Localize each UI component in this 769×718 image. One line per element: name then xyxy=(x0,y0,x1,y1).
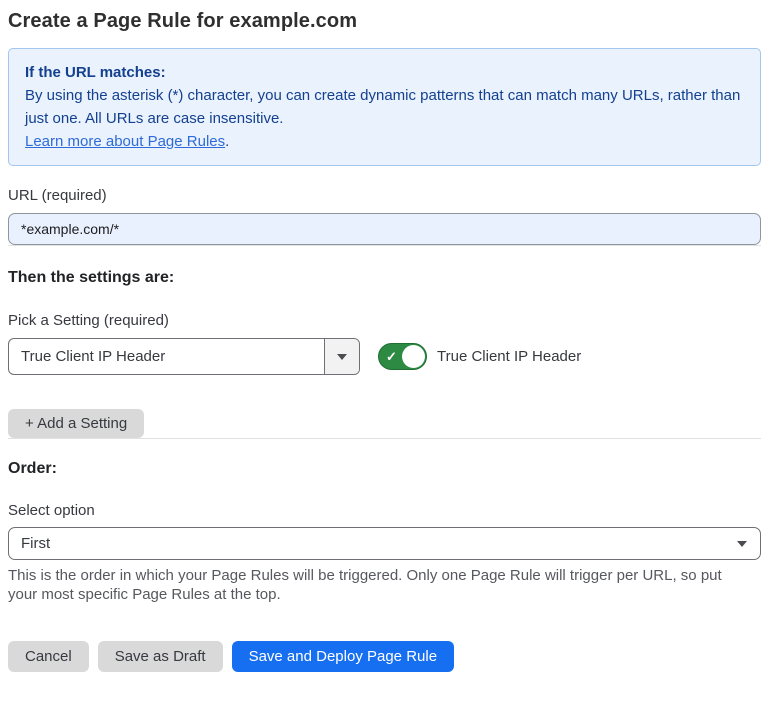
order-select-value: First xyxy=(21,535,50,552)
banner-link-suffix: . xyxy=(225,133,229,150)
setting-select-caret-button[interactable] xyxy=(324,339,359,374)
chevron-down-icon xyxy=(737,541,747,547)
order-select[interactable]: First xyxy=(8,527,761,560)
settings-section-heading: Then the settings are: xyxy=(8,269,761,287)
setting-select-value: True Client IP Header xyxy=(9,339,324,374)
true-client-ip-toggle[interactable]: ✓ xyxy=(378,343,427,370)
save-as-draft-button[interactable]: Save as Draft xyxy=(98,641,223,672)
order-select-label: Select option xyxy=(8,502,761,519)
form-actions: Cancel Save as Draft Save and Deploy Pag… xyxy=(8,641,761,672)
banner-link-line: Learn more about Page Rules. xyxy=(25,130,744,153)
chevron-down-icon xyxy=(337,354,347,360)
order-section-heading: Order: xyxy=(8,460,761,478)
divider xyxy=(8,438,761,439)
page-rule-form: Create a Page Rule for example.com If th… xyxy=(0,10,769,672)
check-icon: ✓ xyxy=(386,350,397,363)
setting-picker-label: Pick a Setting (required) xyxy=(8,312,761,329)
order-help-text: This is the order in which your Page Rul… xyxy=(8,566,753,604)
toggle-knob xyxy=(402,345,425,368)
banner-body: By using the asterisk (*) character, you… xyxy=(25,84,744,130)
toggle-label: True Client IP Header xyxy=(437,348,581,365)
setting-select[interactable]: True Client IP Header xyxy=(8,338,360,375)
page-title: Create a Page Rule for example.com xyxy=(8,10,761,33)
url-match-info-banner: If the URL matches: By using the asteris… xyxy=(8,48,761,166)
add-setting-button[interactable]: + Add a Setting xyxy=(8,409,144,438)
save-and-deploy-button[interactable]: Save and Deploy Page Rule xyxy=(232,641,454,672)
setting-row: True Client IP Header ✓ True Client IP H… xyxy=(8,338,761,375)
learn-more-link[interactable]: Learn more about Page Rules xyxy=(25,133,225,150)
divider xyxy=(8,245,761,246)
banner-heading: If the URL matches: xyxy=(25,61,744,84)
url-input[interactable] xyxy=(8,213,761,245)
url-field-label: URL (required) xyxy=(8,187,761,204)
cancel-button[interactable]: Cancel xyxy=(8,641,89,672)
